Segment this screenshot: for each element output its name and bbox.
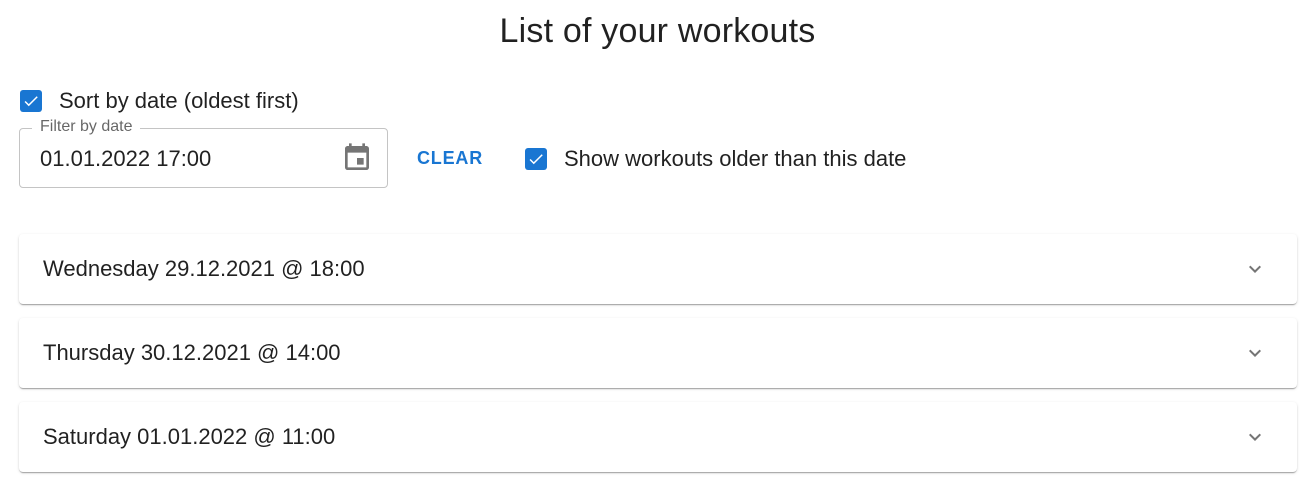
workout-list: Wednesday 29.12.2021 @ 18:00 Thursday 30…: [19, 234, 1297, 486]
chevron-down-icon[interactable]: [1243, 425, 1267, 449]
filter-date-field[interactable]: Filter by date: [19, 118, 388, 188]
workout-title: Thursday 30.12.2021 @ 14:00: [43, 340, 341, 365]
workout-title: Saturday 01.01.2022 @ 11:00: [43, 424, 336, 449]
filter-date-label: Filter by date: [32, 118, 141, 136]
sort-by-date-checkbox[interactable]: [20, 90, 42, 112]
workout-accordion-item[interactable]: Thursday 30.12.2021 @ 14:00: [19, 318, 1297, 388]
chevron-down-icon[interactable]: [1243, 341, 1267, 365]
show-older-label: Show workouts older than this date: [564, 146, 907, 171]
show-older-checkbox-row[interactable]: Show workouts older than this date: [525, 146, 906, 172]
calendar-icon[interactable]: [341, 142, 373, 174]
checkmark-icon: [24, 96, 38, 107]
show-older-checkbox[interactable]: [525, 148, 547, 170]
sort-by-date-label: Sort by date (oldest first): [59, 88, 299, 113]
workouts-page: List of your workouts Sort by date (olde…: [0, 0, 1315, 496]
workout-accordion-item[interactable]: Saturday 01.01.2022 @ 11:00: [19, 402, 1297, 472]
workout-accordion-item[interactable]: Wednesday 29.12.2021 @ 18:00: [19, 234, 1297, 304]
chevron-down-icon[interactable]: [1243, 257, 1267, 281]
sort-by-date-checkbox-row[interactable]: Sort by date (oldest first): [20, 88, 299, 114]
filter-date-input[interactable]: [40, 146, 330, 172]
page-title: List of your workouts: [499, 12, 816, 50]
clear-filter-button[interactable]: CLEAR: [410, 146, 490, 171]
workout-title: Wednesday 29.12.2021 @ 18:00: [43, 256, 365, 281]
checkmark-icon: [529, 154, 543, 165]
